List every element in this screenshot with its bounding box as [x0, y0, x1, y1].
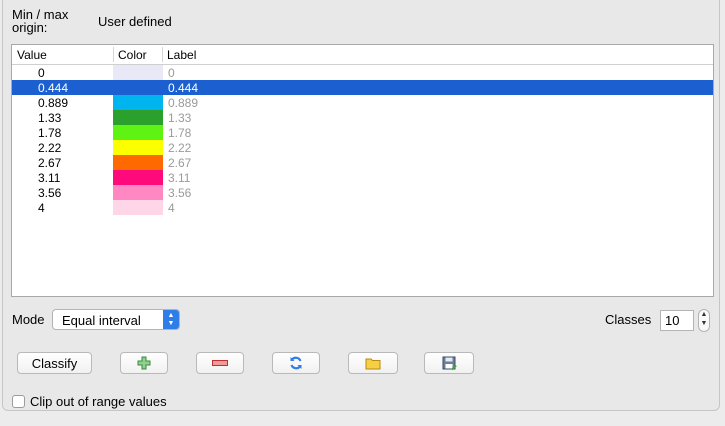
table-body: 0 0 0.444 0.444 0.889 0.889 1.33 1.33 1.78 1.78 2.… — [12, 65, 713, 215]
min-max-origin-label: Min / max origin: — [12, 7, 69, 35]
value-cell[interactable]: 0.444 — [38, 81, 68, 95]
value-cell[interactable]: 4 — [38, 201, 45, 215]
chevron-down-icon[interactable]: ▼ — [701, 320, 708, 327]
color-swatch[interactable] — [113, 140, 163, 155]
value-cell[interactable]: 0.889 — [38, 96, 68, 110]
refresh-icon — [290, 356, 302, 370]
header-value[interactable]: Value — [17, 48, 47, 62]
classes-stepper[interactable]: ▲ ▼ — [698, 309, 710, 332]
value-cell[interactable]: 2.22 — [38, 141, 61, 155]
label-cell[interactable]: 3.11 — [168, 171, 190, 185]
add-class-button[interactable] — [120, 352, 168, 374]
checkbox[interactable] — [12, 395, 25, 408]
mode-select[interactable]: Equal interval ▲ ▼ — [52, 309, 180, 330]
folder-icon — [365, 358, 381, 369]
remove-class-button[interactable] — [196, 352, 244, 374]
value-cell[interactable]: 3.56 — [38, 186, 61, 200]
table-row[interactable]: 0.889 0.889 — [12, 95, 713, 110]
label-cell[interactable]: 3.56 — [168, 186, 191, 200]
min-max-origin-value: User defined — [98, 14, 172, 29]
value-cell[interactable]: 2.67 — [38, 156, 61, 170]
chevron-up-icon[interactable]: ▲ — [701, 311, 708, 318]
color-swatch[interactable] — [113, 170, 163, 185]
color-swatch[interactable] — [113, 65, 163, 80]
classify-button[interactable]: Classify — [17, 352, 92, 374]
label-cell[interactable]: 1.78 — [168, 126, 191, 140]
table-row[interactable]: 2.22 2.22 — [12, 140, 713, 155]
table-row[interactable]: 3.11 3.11 — [12, 170, 713, 185]
clip-out-of-range-checkbox[interactable]: Clip out of range values — [12, 394, 167, 409]
value-cell[interactable]: 0 — [38, 66, 45, 80]
color-swatch[interactable] — [113, 125, 163, 140]
label-cell[interactable]: 0.889 — [168, 96, 198, 110]
table-row[interactable]: 2.67 2.67 — [12, 155, 713, 170]
save-icon — [442, 356, 457, 370]
color-swatch[interactable] — [113, 95, 163, 110]
color-ramp-table[interactable]: Value Color Label 0 0 0.444 0.444 0.889 0.889… — [11, 44, 714, 297]
classes-label: Classes — [605, 312, 652, 327]
refresh-button[interactable] — [272, 352, 320, 374]
header-label[interactable]: Label — [161, 47, 196, 62]
table-row[interactable]: 44 — [12, 200, 713, 215]
label-cell[interactable]: 4 — [168, 201, 175, 215]
value-cell[interactable]: 1.33 — [38, 111, 61, 125]
label-cell[interactable]: 0.444 — [168, 81, 198, 95]
label-cell[interactable]: 2.67 — [168, 156, 191, 170]
label-cell[interactable]: 0 — [168, 66, 175, 80]
value-cell[interactable]: 3.11 — [38, 171, 60, 185]
load-color-map-button[interactable] — [348, 352, 398, 374]
mode-select-value: Equal interval — [62, 313, 141, 328]
color-swatch[interactable] — [113, 185, 163, 200]
color-swatch[interactable] — [113, 200, 163, 215]
export-color-map-button[interactable] — [424, 352, 474, 374]
color-swatch[interactable] — [113, 80, 163, 95]
table-row[interactable]: 3.56 3.56 — [12, 185, 713, 200]
header-color[interactable]: Color — [113, 47, 147, 62]
classes-input[interactable]: 10 — [660, 310, 694, 331]
mode-label: Mode — [12, 312, 45, 327]
add-icon — [137, 356, 151, 370]
clip-label: Clip out of range values — [30, 394, 167, 409]
label-cell[interactable]: 1.33 — [168, 111, 191, 125]
table-row[interactable]: 00 — [12, 65, 713, 80]
label-cell[interactable]: 2.22 — [168, 141, 191, 155]
table-row[interactable]: 1.78 1.78 — [12, 125, 713, 140]
classification-panel: Min / max origin: User defined Value Col… — [2, 0, 720, 411]
table-row[interactable]: 0.444 0.444 — [12, 80, 713, 95]
color-swatch[interactable] — [113, 155, 163, 170]
value-cell[interactable]: 1.78 — [38, 126, 61, 140]
color-swatch[interactable] — [113, 110, 163, 125]
remove-icon — [212, 360, 228, 366]
table-header: Value Color Label — [12, 45, 713, 65]
select-arrows-icon: ▲ ▼ — [163, 310, 179, 329]
table-row[interactable]: 1.33 1.33 — [12, 110, 713, 125]
